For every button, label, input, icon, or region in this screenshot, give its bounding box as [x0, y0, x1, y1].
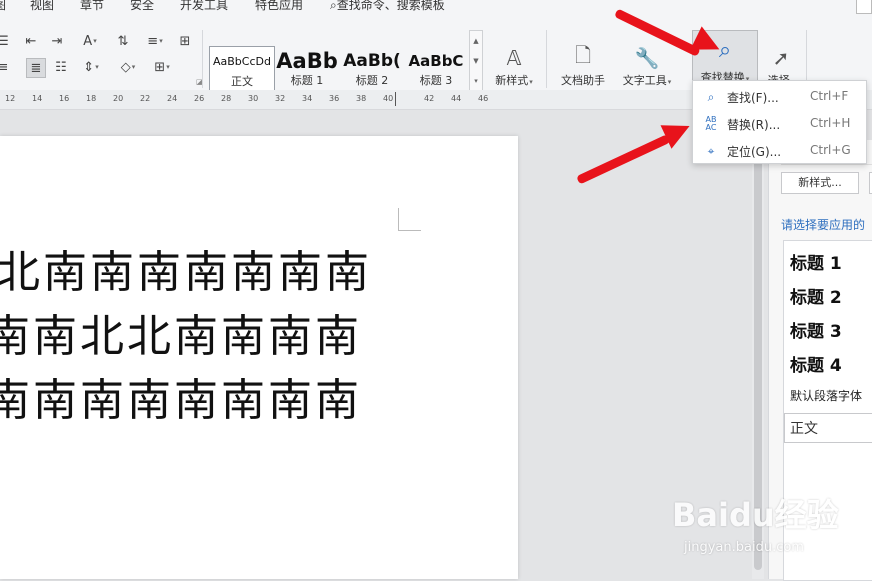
style-heading-3[interactable]: AaBbC 标题 3 — [405, 46, 467, 92]
style-list-heading-4[interactable]: 标题 4 — [790, 351, 842, 376]
text-case-icon[interactable]: A ▾ — [76, 32, 104, 50]
line-spacing-icon[interactable]: ≡ ▾ — [142, 32, 168, 50]
ruler-tick: 42 — [424, 94, 435, 103]
margin-corner-mark — [398, 208, 421, 231]
ruler-tick: 24 — [167, 94, 178, 103]
find-replace-dropdown: ⌕ 查找(F)... Ctrl+F AB AC 替换(R)... Ctrl+H ⌖… — [692, 80, 867, 164]
ruler-tick: 14 — [32, 94, 43, 103]
document-line: 北南南南南南南南 — [0, 247, 372, 298]
document-page[interactable]: 北南南南南南南南 南南北北南南南南 南南南南南南南南 — [0, 136, 518, 579]
justify-icon[interactable]: ≣ — [26, 58, 46, 78]
bullets-icon[interactable]: ☰ — [0, 32, 12, 50]
ruler-tick: 38 — [356, 94, 367, 103]
ruler-tick: 34 — [302, 94, 313, 103]
menu-item-find[interactable]: ⌕ 查找(F)... Ctrl+F — [693, 83, 866, 110]
para-spacing-icon[interactable]: ⇕ ▾ — [78, 58, 104, 76]
style-label: 标题 2 — [355, 74, 389, 87]
style-preview: AaBb — [276, 49, 338, 73]
style-list-default-font[interactable]: 默认段落字体 — [790, 387, 862, 404]
menu-item-security[interactable]: 安全 — [130, 0, 154, 13]
border-icon[interactable]: ⊞ ▾ — [148, 58, 176, 76]
panel-new-style-button[interactable]: 新样式... — [781, 172, 859, 194]
command-search[interactable]: ⌕查找命令、搜索模板 — [330, 0, 445, 13]
menu-item-features[interactable]: 特色应用 — [255, 0, 303, 13]
menu-item-replace[interactable]: AB AC 替换(R)... Ctrl+H — [693, 110, 866, 137]
menu-item-shortcut: Ctrl+G — [810, 143, 851, 157]
ruler-tick: 46 — [478, 94, 489, 103]
menu-item-label: 定位(G)... — [727, 145, 782, 159]
command-search-label: 查找命令、搜索模板 — [336, 0, 445, 12]
document-line: 南南南南南南南南 — [0, 375, 362, 426]
ruler-tick: 44 — [451, 94, 462, 103]
right-indent-marker[interactable] — [395, 92, 402, 106]
new-style-label: 新样式 — [495, 74, 529, 87]
menu-item-label: 替换(R)... — [727, 118, 781, 132]
ruler-tick: 20 — [113, 94, 124, 103]
ruler-tick: 28 — [221, 94, 232, 103]
style-preview: AaBbC — [408, 52, 464, 70]
menu-item-developer[interactable]: 开发工具 — [180, 0, 228, 13]
panel-hint: 请选择要应用的 — [781, 218, 866, 232]
style-preview: AaBbCcDd — [213, 55, 271, 68]
menu-item-section[interactable]: 章节 — [80, 0, 104, 13]
style-label: 标题 3 — [419, 74, 453, 87]
menu-item-shortcut: Ctrl+H — [810, 116, 851, 130]
annotation-arrow-shaft — [576, 134, 671, 185]
ruler-tick: 30 — [248, 94, 259, 103]
ruler-tick: 12 — [5, 94, 16, 103]
new-style-button[interactable]: 𝔸 新样式▾ — [488, 44, 540, 94]
increase-indent-icon[interactable]: ⇥ — [48, 32, 66, 50]
search-icon: ⌕ — [707, 90, 715, 104]
cursor-icon: ➚ — [772, 46, 790, 70]
ruler-tick: 18 — [86, 94, 97, 103]
menu-item-view[interactable]: 视图 — [30, 0, 54, 13]
text-tools-label: 文字工具 — [622, 74, 667, 87]
ruler-tick: 32 — [275, 94, 286, 103]
menu-bar: 图 视图 章节 安全 开发工具 特色应用 ⌕查找命令、搜索模板 — [0, 0, 872, 14]
doc-helper-button[interactable]: 🗋 文档助手 — [556, 43, 610, 94]
style-list-heading-1[interactable]: 标题 1 — [790, 249, 842, 274]
style-gallery-scroll[interactable]: ▲ ▼ ▾ — [469, 30, 483, 94]
distributed-align-icon[interactable]: ☷ — [52, 58, 70, 76]
goto-icon: ⌖ — [707, 144, 715, 158]
ruler-tick: 16 — [59, 94, 70, 103]
watermark-url: jingyan.baidu.com — [684, 540, 804, 555]
watermark-logo: Baidu经验 — [672, 496, 839, 534]
style-list-heading-3[interactable]: 标题 3 — [790, 317, 842, 342]
decrease-indent-icon[interactable]: ⇤ — [22, 32, 40, 50]
ruler-tick: 26 — [194, 94, 205, 103]
style-label: 正文 — [231, 75, 253, 88]
style-normal[interactable]: AaBbCcDd 正文 — [209, 46, 275, 94]
sort-icon[interactable]: ⇅ — [114, 32, 132, 50]
ruler-tick: 22 — [140, 94, 151, 103]
menu-item-goto[interactable]: ⌖ 定位(G)... Ctrl+G — [693, 137, 866, 164]
style-preview: AaBb( — [343, 51, 401, 71]
table-grid-icon[interactable]: ⊞ — [176, 32, 194, 50]
style-heading-2[interactable]: AaBb( 标题 2 — [341, 46, 403, 92]
ruler-tick: 40 — [383, 94, 394, 103]
replace-icon: AB AC — [705, 115, 717, 132]
style-heading-1[interactable]: AaBb 标题 1 — [275, 46, 339, 92]
baidu-watermark: Baidu经验 jingyan.baidu.com — [668, 482, 868, 572]
ruler-tick: 36 — [329, 94, 340, 103]
align-left-icon[interactable]: ≡ — [0, 58, 12, 76]
style-label: 标题 1 — [290, 74, 324, 87]
shading-icon[interactable]: ◇ ▾ — [114, 58, 142, 76]
text-tools-button[interactable]: 🔧 文字工具▾ — [616, 44, 678, 94]
new-style-icon: 𝔸 — [506, 46, 522, 70]
document-icon: 🗋 — [574, 43, 592, 67]
share-icon[interactable] — [856, 0, 872, 14]
style-list-normal[interactable]: 正文 — [784, 413, 872, 443]
dialog-launcher-icon[interactable]: ◪ — [196, 78, 203, 86]
menu-item-shortcut: Ctrl+F — [810, 89, 849, 103]
style-list-heading-2[interactable]: 标题 2 — [790, 283, 842, 308]
wrench-icon: 🔧 — [634, 46, 660, 70]
menu-item-partial[interactable]: 图 — [0, 0, 6, 13]
menu-item-label: 查找(F)... — [727, 91, 779, 105]
doc-helper-label: 文档助手 — [561, 74, 605, 87]
document-line: 南南北北南南南南 — [0, 311, 362, 362]
divider — [546, 30, 547, 88]
search-icon: ⌕ — [330, 0, 337, 12]
